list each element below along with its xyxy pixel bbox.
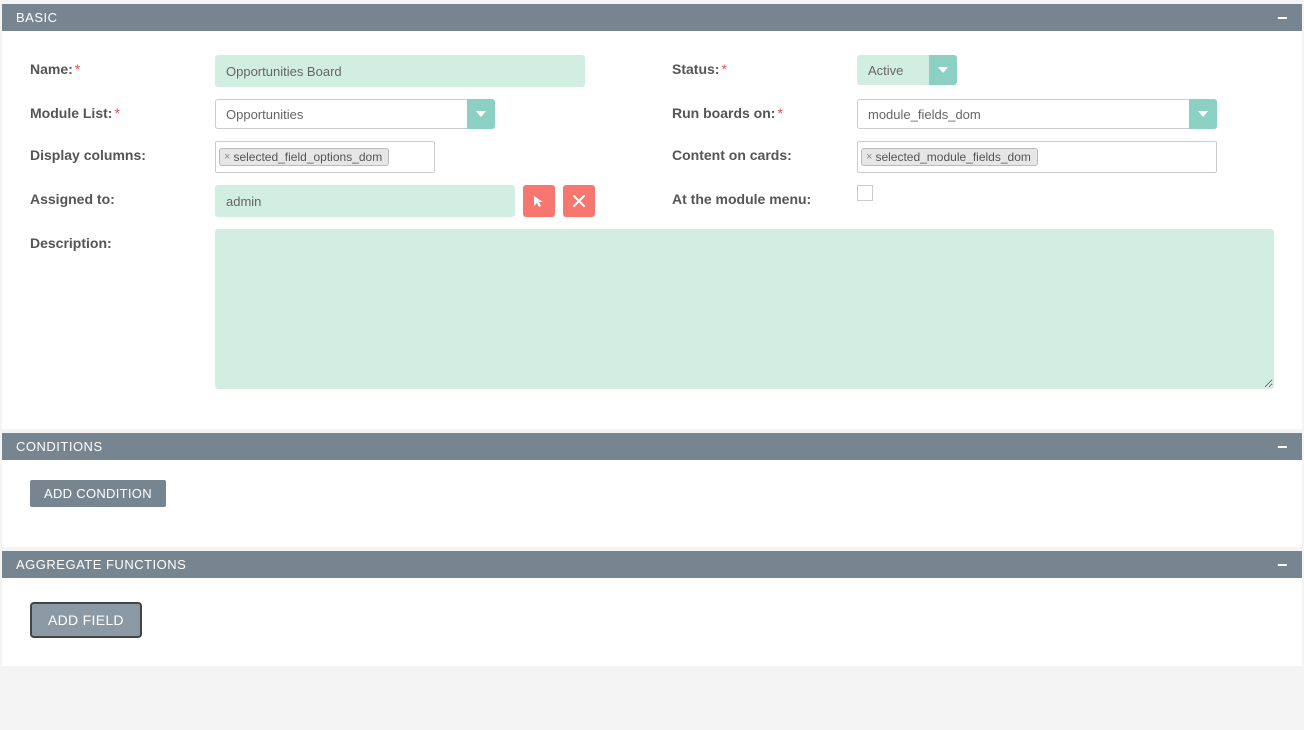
- panel-basic-body: Name:* Status:* Active: [2, 31, 1302, 429]
- status-select[interactable]: Active: [857, 55, 957, 85]
- name-input[interactable]: [215, 55, 585, 87]
- chevron-down-icon[interactable]: [1189, 99, 1217, 129]
- description-textarea[interactable]: [215, 229, 1274, 389]
- label-module-menu: At the module menu:: [672, 185, 857, 207]
- module-menu-checkbox[interactable]: [857, 185, 873, 201]
- display-columns-tag: × selected_field_options_dom: [219, 148, 389, 166]
- remove-tag-icon[interactable]: ×: [224, 151, 230, 163]
- run-boards-select[interactable]: module_fields_dom: [857, 99, 1217, 129]
- collapse-icon[interactable]: −: [1277, 442, 1288, 452]
- label-assigned-to: Assigned to:: [30, 185, 215, 207]
- required-star: *: [75, 61, 80, 77]
- assigned-to-input[interactable]: [215, 185, 515, 217]
- label-display-columns: Display columns:: [30, 141, 215, 163]
- display-columns-field[interactable]: × selected_field_options_dom: [215, 141, 435, 173]
- required-star: *: [114, 105, 119, 121]
- label-content-cards: Content on cards:: [672, 141, 857, 163]
- module-list-value: Opportunities: [215, 99, 467, 129]
- run-boards-value: module_fields_dom: [857, 99, 1189, 129]
- panel-aggregate: AGGREGATE FUNCTIONS − ADD FIELD: [2, 551, 1302, 666]
- panel-conditions-title: CONDITIONS: [16, 439, 103, 454]
- add-field-button[interactable]: ADD FIELD: [30, 602, 142, 638]
- required-star: *: [721, 61, 726, 77]
- add-condition-button[interactable]: ADD CONDITION: [30, 480, 166, 507]
- row-status: Status:* Active: [672, 55, 1274, 87]
- row-module-list: Module List:* Opportunities: [30, 99, 632, 129]
- assign-clear-button[interactable]: [563, 185, 595, 217]
- panel-basic-header[interactable]: BASIC −: [2, 4, 1302, 31]
- module-list-select[interactable]: Opportunities: [215, 99, 495, 129]
- row-module-menu: At the module menu:: [672, 185, 1274, 217]
- label-description: Description:: [30, 229, 215, 251]
- content-cards-field[interactable]: × selected_module_fields_dom: [857, 141, 1217, 173]
- row-assigned-to: Assigned to:: [30, 185, 632, 217]
- panel-conditions-body: ADD CONDITION: [2, 460, 1302, 547]
- content-cards-tag: × selected_module_fields_dom: [861, 148, 1038, 166]
- label-run-boards: Run boards on:*: [672, 99, 857, 121]
- cursor-icon: [532, 194, 546, 208]
- status-value: Active: [857, 55, 929, 85]
- panel-conditions-header[interactable]: CONDITIONS −: [2, 433, 1302, 460]
- label-module-list: Module List:*: [30, 99, 215, 121]
- panel-aggregate-header[interactable]: AGGREGATE FUNCTIONS −: [2, 551, 1302, 578]
- row-description: Description:: [30, 229, 1274, 389]
- collapse-icon[interactable]: −: [1277, 560, 1288, 570]
- label-name: Name:*: [30, 55, 215, 77]
- row-run-boards: Run boards on:* module_fields_dom: [672, 99, 1274, 129]
- chevron-down-icon[interactable]: [467, 99, 495, 129]
- panel-aggregate-title: AGGREGATE FUNCTIONS: [16, 557, 186, 572]
- assign-select-button[interactable]: [523, 185, 555, 217]
- panel-aggregate-body: ADD FIELD: [2, 578, 1302, 666]
- close-icon: [573, 195, 585, 207]
- panel-basic: BASIC − Name:* Status:* Active: [2, 4, 1302, 429]
- row-name: Name:*: [30, 55, 632, 87]
- required-star: *: [777, 105, 782, 121]
- row-content-cards: Content on cards: × selected_module_fiel…: [672, 141, 1274, 173]
- chevron-down-icon[interactable]: [929, 55, 957, 85]
- panel-conditions: CONDITIONS − ADD CONDITION: [2, 433, 1302, 547]
- remove-tag-icon[interactable]: ×: [866, 151, 872, 163]
- label-status: Status:*: [672, 55, 857, 77]
- collapse-icon[interactable]: −: [1277, 13, 1288, 23]
- row-display-columns: Display columns: × selected_field_option…: [30, 141, 632, 173]
- panel-basic-title: BASIC: [16, 10, 58, 25]
